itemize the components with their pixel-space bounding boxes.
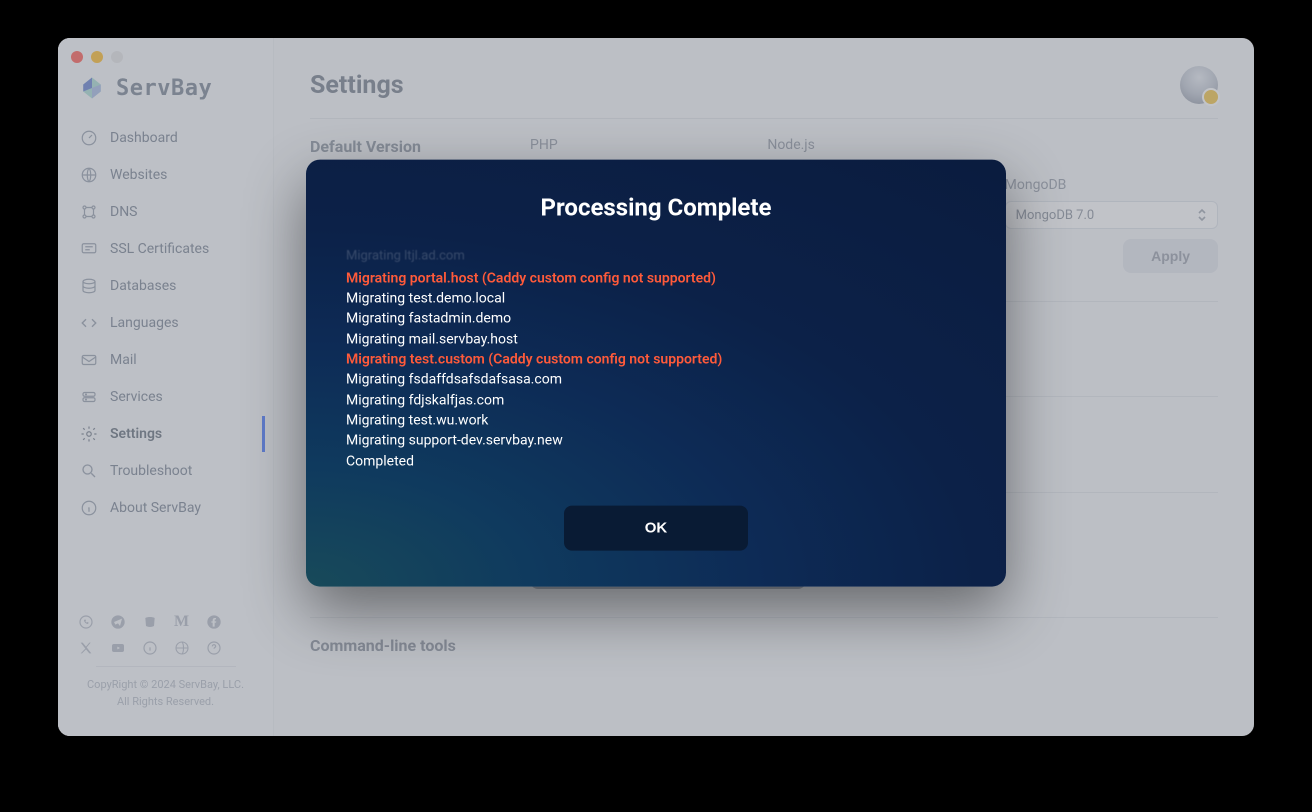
log-line: Migrating support-dev.servbay.new xyxy=(346,431,966,451)
log-line: Migrating mail.servbay.host xyxy=(346,329,966,349)
log-line: Migrating test.wu.work xyxy=(346,411,966,431)
modal-title: Processing Complete xyxy=(342,194,970,222)
ok-button[interactable]: OK xyxy=(564,505,748,550)
log-line: Migrating test.custom (Caddy custom conf… xyxy=(346,350,966,370)
app-window: ServBay Dashboard Websites DNS SSL Certi… xyxy=(58,38,1254,736)
log-line: Migrating test.demo.local xyxy=(346,289,966,309)
log-line: Migrating fastadmin.demo xyxy=(346,309,966,329)
log-line-cut: Migrating ltjl.ad.com xyxy=(346,248,966,267)
log-line: Migrating portal.host (Caddy custom conf… xyxy=(346,268,966,288)
processing-modal: Processing Complete Migrating ltjl.ad.co… xyxy=(306,160,1006,587)
log-completed: Completed xyxy=(346,451,966,471)
log-line: Migrating fsdaffdsafsdafsasa.com xyxy=(346,370,966,390)
modal-log: Migrating ltjl.ad.com Migrating portal.h… xyxy=(342,248,970,472)
log-line: Migrating fdjskalfjas.com xyxy=(346,390,966,410)
